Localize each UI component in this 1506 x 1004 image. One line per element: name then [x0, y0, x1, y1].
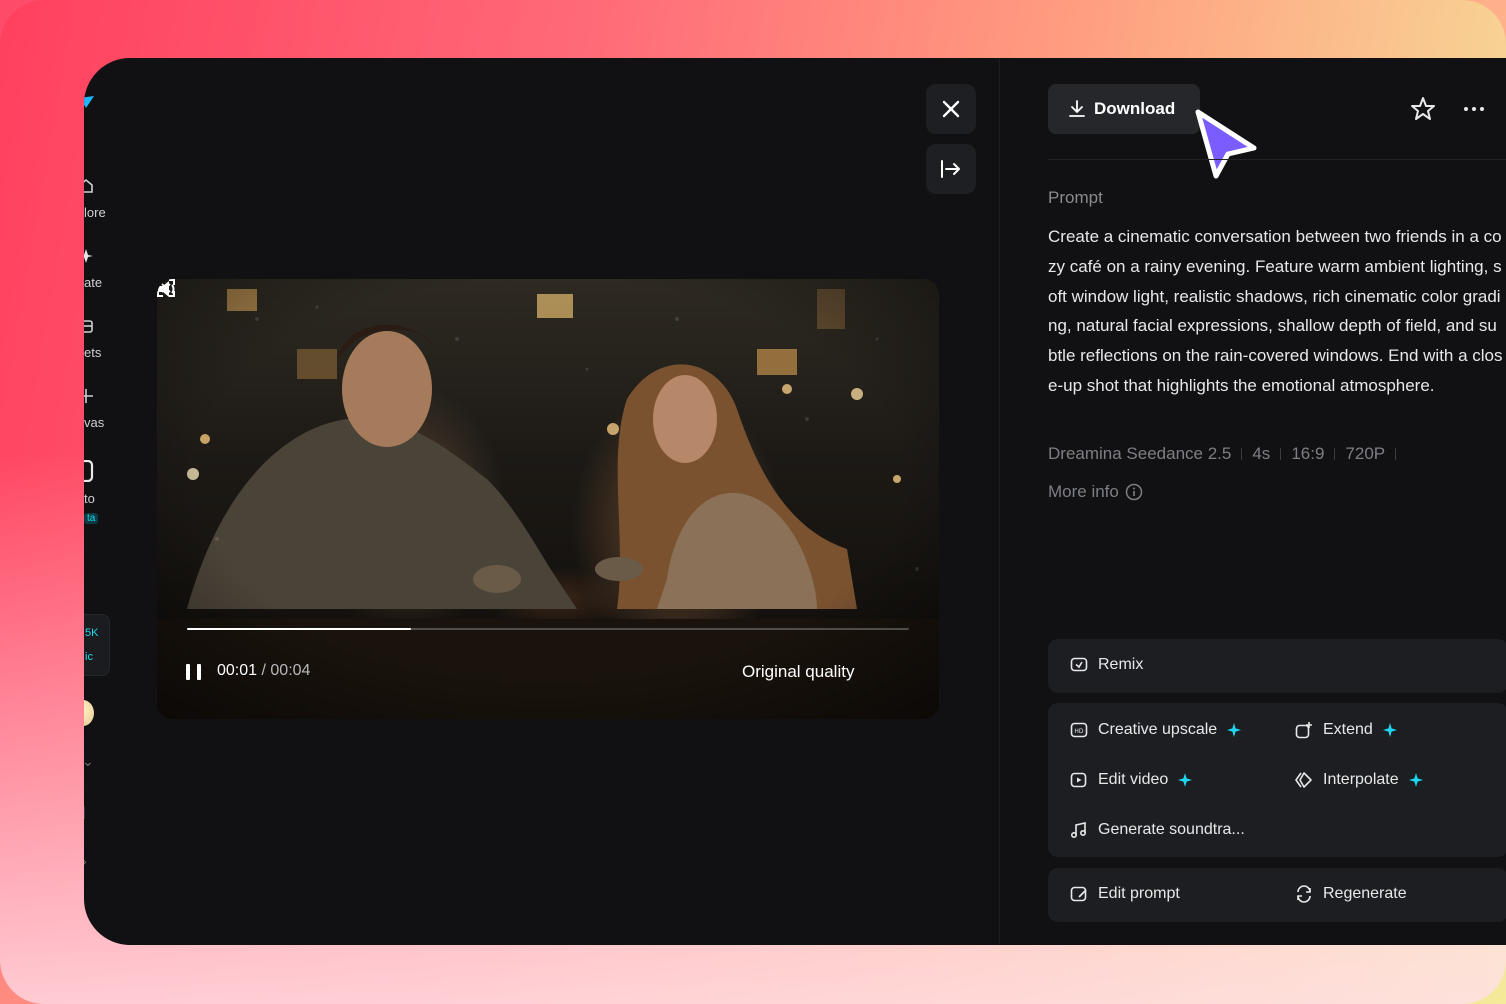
beta-badge: ta [84, 513, 99, 524]
download-icon [1069, 100, 1085, 117]
creative-upscale-label: Creative upscale [1098, 721, 1218, 738]
progress-bar[interactable] [187, 628, 909, 630]
arrow-to-right-icon [941, 160, 960, 178]
sidebar-item-label: vas [84, 415, 105, 430]
api-icon[interactable]: | [84, 803, 86, 819]
time-display: 00:01 / 00:04 [217, 662, 310, 680]
svg-text:HD: HD [1074, 728, 1084, 735]
remix-icon [1070, 657, 1088, 672]
interpolate-button[interactable]: Interpolate [1295, 771, 1423, 789]
extend-icon [1295, 722, 1312, 739]
tools-card: HD Creative upscale Extend Edit video In… [1048, 703, 1506, 857]
progress-fill [187, 628, 411, 630]
sidebar-item-create[interactable]: ate [84, 248, 124, 292]
sparkle-icon [1382, 723, 1397, 737]
meta-resolution: 720P [1345, 444, 1386, 463]
home-icon [84, 178, 93, 193]
remix-button[interactable]: Remix [1070, 656, 1143, 674]
remix-card: Remix [1048, 639, 1506, 693]
quality-selector[interactable]: Original quality [742, 662, 854, 682]
creative-upscale-button[interactable]: HD Creative upscale [1070, 721, 1242, 739]
pause-button[interactable] [186, 664, 204, 680]
close-icon [942, 100, 960, 118]
duration: / 00:04 [261, 662, 311, 679]
edit-video-label: Edit video [1098, 771, 1169, 788]
download-button[interactable]: Download [1048, 84, 1200, 134]
header-divider [1048, 159, 1506, 160]
prompt-text: Create a cinematic conversation between … [1048, 227, 1503, 395]
sparkle-icon [1178, 773, 1193, 787]
background-frame: lore ate ets vas to ta 5K ic ⌄ 00:01 / 0… [0, 0, 1506, 1004]
remix-label: Remix [1098, 656, 1144, 673]
more-info-link[interactable]: More info [1048, 482, 1143, 502]
assets-icon [84, 320, 93, 333]
photo-icon [84, 460, 94, 482]
pointer-cursor-icon [1195, 109, 1257, 179]
sparkle-icon [1408, 773, 1423, 787]
current-time: 00:01 [217, 662, 258, 679]
canvas-icon [84, 389, 93, 403]
sidebar: lore ate ets vas to ta 5K ic ⌄ [84, 58, 124, 945]
interpolate-label: Interpolate [1323, 771, 1399, 788]
regenerate-button[interactable]: Regenerate [1295, 885, 1407, 903]
extend-button[interactable]: Extend [1295, 721, 1397, 739]
refresh-icon [1297, 885, 1311, 903]
sidebar-item-canvas[interactable]: vas [84, 388, 124, 432]
collapse-panel-button[interactable] [926, 144, 976, 194]
sidebar-item-label: ets [84, 345, 102, 360]
generate-soundtrack-label: Generate soundtra... [1098, 821, 1245, 838]
sidebar-item-label: ate [84, 275, 103, 290]
generate-soundtrack-button[interactable]: Generate soundtra... [1070, 821, 1245, 839]
edit-video-icon [1070, 772, 1087, 788]
panel-divider [999, 58, 1000, 945]
sidebar-item-assets[interactable]: ets [84, 318, 124, 362]
interpolate-icon [1295, 772, 1312, 788]
hd-icon: HD [1070, 722, 1088, 738]
edit-prompt-label: Edit prompt [1098, 885, 1180, 902]
meta-duration: 4s [1252, 444, 1271, 463]
video-frame [157, 279, 939, 719]
sidebar-item-label: to [84, 491, 95, 506]
download-label: Download [1094, 99, 1176, 118]
sidebar-item-label: lore [84, 205, 106, 220]
meta-ratio: 16:9 [1291, 444, 1325, 463]
logo-icon [84, 96, 94, 108]
help-icon[interactable]: › [84, 853, 87, 869]
more-info-label: More info [1048, 482, 1119, 501]
credits-card[interactable]: 5K ic [84, 614, 110, 676]
avatar[interactable] [84, 700, 94, 726]
credits-label: ic [85, 651, 93, 663]
meta-model: Dreamina Seedance 2.5 [1048, 444, 1232, 463]
generation-meta: Dreamina Seedance 2.5 4s 16:9 720P [1048, 444, 1406, 464]
extend-label: Extend [1323, 721, 1373, 738]
prompt-label: Prompt [1048, 188, 1103, 207]
sparkle-icon [1227, 723, 1242, 737]
edit-video-button[interactable]: Edit video [1070, 771, 1193, 789]
bell-icon[interactable]: ⌄ [84, 753, 94, 770]
music-note-icon [1070, 822, 1087, 839]
credits-value: 5K [85, 627, 99, 639]
regenerate-label: Regenerate [1323, 885, 1407, 902]
sparkle-icon [84, 249, 93, 263]
edit-prompt-button[interactable]: Edit prompt [1070, 885, 1180, 903]
fullscreen-icon[interactable] [157, 279, 175, 297]
info-icon [1125, 483, 1143, 501]
more-options-icon[interactable] [1464, 100, 1488, 118]
close-button[interactable] [926, 84, 976, 134]
star-icon[interactable] [1410, 96, 1436, 122]
prompt-actions-card: Edit prompt Regenerate [1048, 868, 1506, 922]
edit-icon [1070, 886, 1087, 902]
app-window: lore ate ets vas to ta 5K ic ⌄ 00:01 / 0… [84, 58, 1506, 945]
video-player[interactable]: 00:01 / 00:04 Original quality [157, 279, 939, 719]
sidebar-item-explore[interactable]: lore [84, 178, 124, 222]
